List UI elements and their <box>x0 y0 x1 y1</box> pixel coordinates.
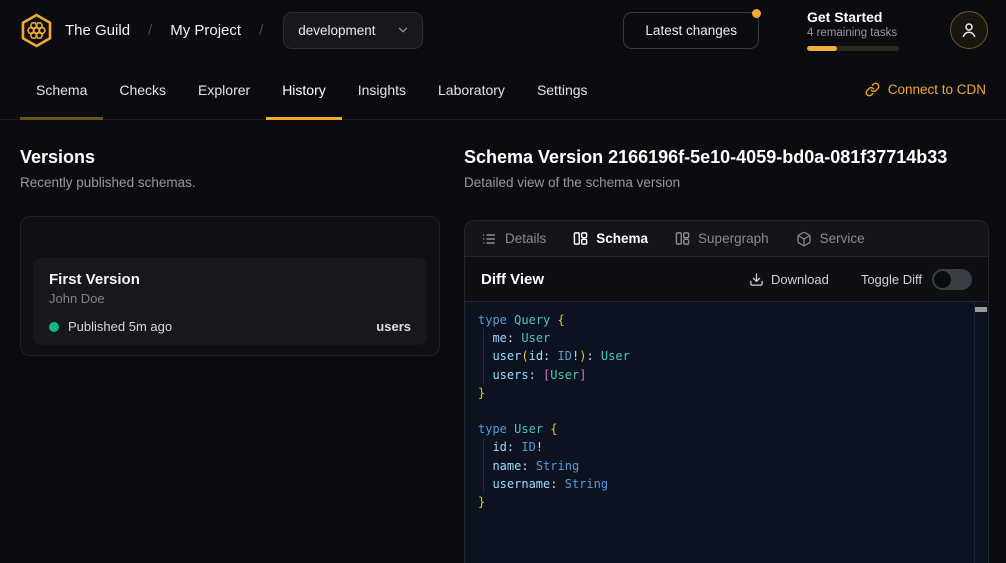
columns-icon <box>675 231 690 246</box>
breadcrumb-separator: / <box>148 22 152 39</box>
detail-tab-label: Supergraph <box>698 231 769 246</box>
list-icon <box>481 231 497 247</box>
nav-tab-label: Explorer <box>198 82 250 98</box>
detail-tab-service[interactable]: Service <box>796 231 865 247</box>
versions-list-card: First Version John Doe Published 5m ago … <box>20 216 440 356</box>
toggle-diff-switch[interactable] <box>932 269 972 290</box>
service-badge: users <box>376 319 411 334</box>
download-icon <box>749 272 764 287</box>
code-line: name: String <box>478 457 968 475</box>
switch-knob <box>934 271 951 288</box>
detail-tab-label: Service <box>820 231 865 246</box>
top-header: The Guild / My Project / development Lat… <box>0 0 1006 60</box>
connect-to-cdn-label: Connect to CDN <box>888 82 986 97</box>
latest-changes-button[interactable]: Latest changes <box>623 12 759 49</box>
diff-view-toolbar: Diff View Download Toggle Diff <box>465 257 988 302</box>
code-line: } <box>478 384 968 402</box>
latest-changes-label: Latest changes <box>645 23 737 38</box>
detail-tab-details[interactable]: Details <box>481 231 546 247</box>
version-name: First Version <box>49 271 411 288</box>
person-icon <box>960 21 978 39</box>
nav-tab-settings[interactable]: Settings <box>521 60 604 119</box>
diff-view-title: Diff View <box>481 271 544 288</box>
code-line: } <box>478 493 968 511</box>
versions-panel: Versions Recently published schemas. Fir… <box>20 147 440 356</box>
code-line: type User { <box>478 420 968 438</box>
target-select[interactable]: development <box>283 12 422 49</box>
nav-tab-history[interactable]: History <box>266 60 342 119</box>
chevron-down-icon <box>396 23 410 37</box>
version-meta-row: Published 5m ago users <box>49 319 411 334</box>
code-line: type Query { <box>478 311 968 329</box>
download-label: Download <box>771 272 829 287</box>
get-started-subtitle: 4 remaining tasks <box>807 27 901 39</box>
breadcrumb-org[interactable]: The Guild <box>65 22 130 39</box>
published-status-dot-icon <box>49 322 59 332</box>
detail-tab-schema[interactable]: Schema <box>573 231 648 246</box>
schema-code-editor[interactable]: type Query { me: User user(id: ID!): Use… <box>465 302 988 563</box>
get-started-widget[interactable]: Get Started 4 remaining tasks <box>807 9 901 51</box>
target-select-value: development <box>298 23 375 38</box>
code-line <box>478 402 968 420</box>
version-status: Published 5m ago <box>68 319 172 334</box>
detail-tab-bar: Details Schema Supergraph Service <box>465 221 988 257</box>
nav-tab-underline <box>266 117 342 120</box>
main-content: Versions Recently published schemas. Fir… <box>0 120 1006 563</box>
diff-view-controls: Download Toggle Diff <box>749 269 972 290</box>
primary-nav-tabs: Schema Checks Explorer History Insights Labor… <box>20 60 604 119</box>
nav-tab-schema[interactable]: Schema <box>20 60 103 119</box>
user-avatar[interactable] <box>950 11 988 49</box>
nav-tab-label: Insights <box>358 82 406 98</box>
get-started-title: Get Started <box>807 9 901 25</box>
box-icon <box>796 231 812 247</box>
columns-icon <box>573 231 588 246</box>
nav-tab-label: Schema <box>36 82 87 98</box>
breadcrumb-project[interactable]: My Project <box>170 22 241 39</box>
breadcrumb-separator: / <box>259 22 263 39</box>
code-line: username: String <box>478 475 968 493</box>
schema-version-panel: Details Schema Supergraph Service Diff View… <box>464 220 989 563</box>
download-button[interactable]: Download <box>749 272 829 287</box>
nav-tab-label: Laboratory <box>438 82 505 98</box>
versions-subtitle: Recently published schemas. <box>20 175 440 190</box>
breadcrumb: The Guild / My Project / <box>65 22 263 39</box>
nav-tab-label: Checks <box>119 82 166 98</box>
nav-tab-laboratory[interactable]: Laboratory <box>422 60 521 119</box>
primary-nav: Schema Checks Explorer History Insights Labor… <box>0 60 1006 120</box>
version-author: John Doe <box>49 291 411 306</box>
get-started-progress-track <box>807 46 899 51</box>
nav-tab-insights[interactable]: Insights <box>342 60 422 119</box>
link-icon <box>865 82 880 97</box>
hive-logo-icon[interactable] <box>18 12 55 49</box>
nav-tab-label: Settings <box>537 82 588 98</box>
version-list-item[interactable]: First Version John Doe Published 5m ago … <box>33 258 427 345</box>
nav-tab-checks[interactable]: Checks <box>103 60 182 119</box>
code-line: users: [User] <box>478 366 968 384</box>
versions-title: Versions <box>20 147 440 168</box>
toggle-diff-label: Toggle Diff <box>861 272 922 287</box>
detail-tab-supergraph[interactable]: Supergraph <box>675 231 769 246</box>
schema-version-subtitle: Detailed view of the schema version <box>464 175 989 190</box>
editor-scrollbar[interactable] <box>974 302 988 563</box>
header-right-group: Latest changes Get Started 4 remaining t… <box>623 9 988 51</box>
notification-dot <box>752 9 761 18</box>
get-started-progress-fill <box>807 46 837 51</box>
detail-tab-label: Schema <box>596 231 648 246</box>
nav-tab-underline <box>20 117 103 120</box>
schema-version-detail: Schema Version 2166196f-5e10-4059-bd0a-0… <box>464 147 989 563</box>
code-line: id: ID! <box>478 438 968 456</box>
detail-tab-label: Details <box>505 231 546 246</box>
code-line: user(id: ID!): User <box>478 347 968 365</box>
schema-version-title: Schema Version 2166196f-5e10-4059-bd0a-0… <box>464 147 989 168</box>
editor-scrollbar-thumb[interactable] <box>975 307 987 312</box>
code-line: me: User <box>478 329 968 347</box>
code-lines-container: type Query { me: User user(id: ID!): Use… <box>478 311 968 511</box>
nav-tab-label: History <box>282 82 326 98</box>
connect-to-cdn-button[interactable]: Connect to CDN <box>865 60 986 119</box>
nav-tab-explorer[interactable]: Explorer <box>182 60 266 119</box>
